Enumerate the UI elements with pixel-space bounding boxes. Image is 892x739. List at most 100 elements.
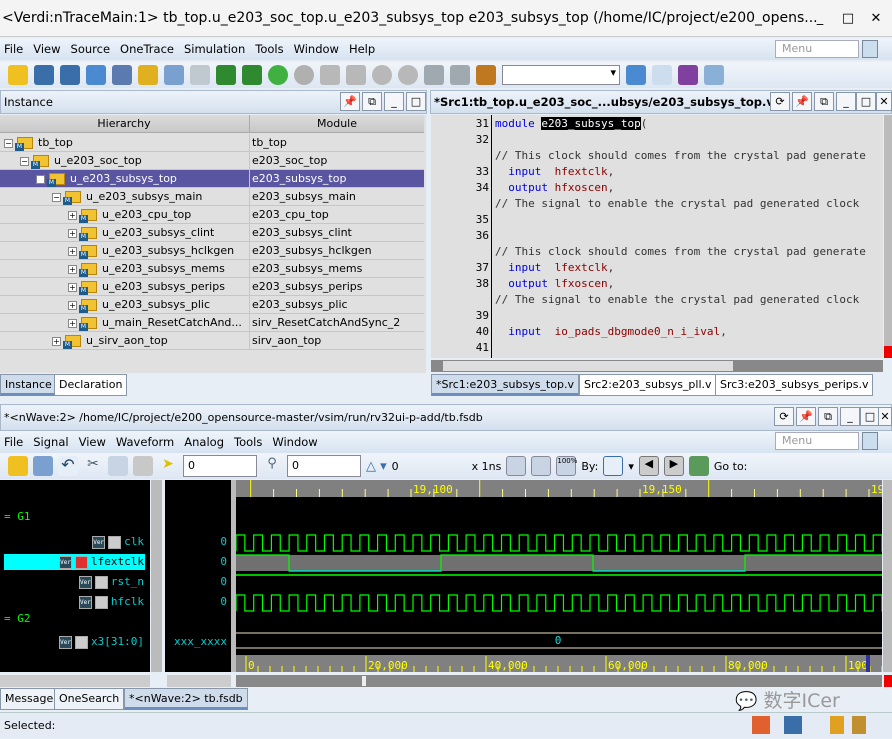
folder-icon[interactable]: [138, 65, 158, 85]
schematic-icon[interactable]: [60, 65, 80, 85]
close-panel-button[interactable]: ✕: [878, 407, 892, 426]
signal-lfextclk[interactable]: Ver lfextclk: [59, 554, 144, 570]
tab-src1[interactable]: *Src1:e203_subsys_top.v: [431, 374, 579, 396]
signal-rst_n[interactable]: Ver rst_n: [78, 574, 144, 590]
trace-icon[interactable]: [190, 65, 210, 85]
assist-icon[interactable]: [704, 65, 724, 85]
menu-tools[interactable]: Tools: [234, 435, 262, 449]
driver-icon[interactable]: [320, 65, 340, 85]
menu-file[interactable]: File: [4, 435, 23, 449]
module-column-header[interactable]: Module: [249, 115, 424, 133]
tree-row[interactable]: + u_e203_subsys_mems e203_subsys_mems: [0, 260, 424, 278]
signal-name-pane[interactable]: = G1 Ver clk Ver lfextclk Ver rst_n Ver hfclk = G…: [0, 480, 150, 672]
wave-menu-search-input[interactable]: Menu: [775, 432, 859, 450]
signal-clk[interactable]: Ver clk: [92, 534, 144, 550]
tree-row[interactable]: + u_e203_subsys_hclkgen e203_subsys_hclkge…: [0, 242, 424, 260]
name-pane-scrollbar[interactable]: [151, 480, 162, 672]
menu-onetrace[interactable]: OneTrace: [120, 42, 174, 56]
zoom-in-icon[interactable]: [531, 456, 552, 476]
tree-row[interactable]: + u_sirv_aon_top sirv_aon_top: [0, 332, 424, 350]
cut-icon[interactable]: ✂: [83, 456, 103, 476]
collapse-icon[interactable]: −: [52, 192, 61, 202]
menu-file[interactable]: File: [4, 42, 23, 56]
tree-row[interactable]: − u_e203_subsys_main e203_subsys_main: [0, 188, 424, 206]
marker-icon[interactable]: ⚲: [262, 456, 282, 476]
menu-search-input[interactable]: Menu: [775, 40, 859, 58]
signal-hfclk[interactable]: Ver hfclk: [78, 594, 144, 610]
up-icon[interactable]: [372, 65, 392, 85]
menu-tools[interactable]: Tools: [255, 42, 283, 56]
tab-onesearch[interactable]: OneSearch: [54, 688, 125, 710]
apps-icon[interactable]: [678, 65, 698, 85]
edit-icon[interactable]: [164, 65, 184, 85]
hierarchy-icon[interactable]: [86, 65, 106, 85]
tree-row[interactable]: + u_e203_subsys_plic e203_subsys_plic: [0, 296, 424, 314]
tab-declaration[interactable]: Declaration: [54, 374, 128, 396]
paste-icon[interactable]: [133, 456, 153, 476]
zoom-out-icon[interactable]: [506, 456, 527, 476]
minimize-panel-button[interactable]: _: [384, 92, 404, 111]
signal-x3310[interactable]: Ver x3[31:0]: [59, 634, 144, 650]
home-icon[interactable]: [752, 716, 770, 734]
menu-view[interactable]: View: [33, 42, 60, 56]
maximize-panel-button[interactable]: □: [860, 407, 880, 426]
find-next-icon[interactable]: [652, 65, 672, 85]
load-icon[interactable]: [346, 65, 366, 85]
next-edge-button[interactable]: ▶: [663, 456, 684, 476]
maximize-panel-button[interactable]: □: [406, 92, 426, 111]
menu-signal[interactable]: Signal: [33, 435, 68, 449]
waveform-canvas[interactable]: 19,100 19,150 19, 0 0 20,000 40,000 60,000 80,00…: [236, 480, 882, 672]
trace-driver-icon[interactable]: [242, 65, 262, 85]
maximize-panel-button[interactable]: □: [856, 92, 876, 111]
expand-icon[interactable]: +: [68, 228, 77, 238]
document-icon[interactable]: [112, 65, 132, 85]
menu-window[interactable]: Window: [272, 435, 317, 449]
expand-icon[interactable]: +: [68, 282, 77, 292]
tab-nwave[interactable]: *<nWave:2> tb.fsdb: [124, 688, 248, 710]
signal-group[interactable]: = G2: [4, 612, 31, 625]
hierarchy-column-header[interactable]: Hierarchy: [0, 115, 248, 133]
expand-icon[interactable]: +: [52, 336, 61, 346]
menu-waveform[interactable]: Waveform: [116, 435, 174, 449]
pin-icon[interactable]: 📌: [796, 407, 816, 426]
tree-row[interactable]: + u_main_ResetCatchAnd... sirv_ResetCatchA…: [0, 314, 424, 332]
undock-icon[interactable]: ⧉: [814, 92, 834, 111]
reload-icon[interactable]: [33, 456, 53, 476]
layout-icon[interactable]: [784, 716, 802, 734]
minimize-panel-button[interactable]: _: [836, 92, 856, 111]
forward-arrow-icon[interactable]: [294, 65, 314, 85]
value-hscrollbar[interactable]: [167, 675, 231, 687]
tree-row[interactable]: + u_e203_subsys_clint e203_subsys_clint: [0, 224, 424, 242]
pop-icon[interactable]: [450, 65, 470, 85]
close-button[interactable]: ✕: [864, 0, 888, 37]
cursor-icon[interactable]: ➤: [158, 456, 178, 476]
source-code-view[interactable]: 31 module e203_subsys_top(32// This clock…: [431, 115, 883, 358]
tab-src2[interactable]: Src2:e203_subsys_pll.v: [579, 374, 717, 396]
maximize-button[interactable]: □: [836, 0, 860, 37]
signal-group[interactable]: = G1: [4, 510, 31, 523]
tree-row[interactable]: + u_e203_subsys_perips e203_subsys_perips: [0, 278, 424, 296]
cursor-time-input[interactable]: 0: [183, 455, 257, 477]
menu-window[interactable]: Window: [294, 42, 339, 56]
collapse-icon[interactable]: −: [20, 156, 29, 166]
search-by-icon[interactable]: [603, 456, 624, 476]
menu-simulation[interactable]: Simulation: [184, 42, 245, 56]
expand-icon[interactable]: +: [68, 246, 77, 256]
minimize-button[interactable]: _: [808, 0, 832, 37]
down-icon[interactable]: [398, 65, 418, 85]
copy-icon[interactable]: [108, 456, 128, 476]
tab-src3[interactable]: Src3:e203_subsys_perips.v: [715, 374, 874, 396]
signal-value-pane[interactable]: 0 0 0 0 xxx_xxxx: [165, 480, 231, 672]
sync-icon[interactable]: ⟳: [770, 92, 790, 111]
download-icon[interactable]: [830, 716, 844, 734]
expand-icon[interactable]: +: [68, 210, 77, 220]
collapse-icon[interactable]: −: [4, 138, 13, 148]
undo-icon[interactable]: ↶: [58, 456, 78, 476]
menu-source[interactable]: Source: [71, 42, 111, 56]
find-icon[interactable]: [626, 65, 646, 85]
source-vscrollbar[interactable]: [884, 115, 892, 358]
back-arrow-icon[interactable]: [268, 65, 288, 85]
open-folder-icon[interactable]: [8, 65, 28, 85]
name-hscrollbar[interactable]: [0, 675, 150, 687]
expand-icon[interactable]: +: [68, 264, 77, 274]
